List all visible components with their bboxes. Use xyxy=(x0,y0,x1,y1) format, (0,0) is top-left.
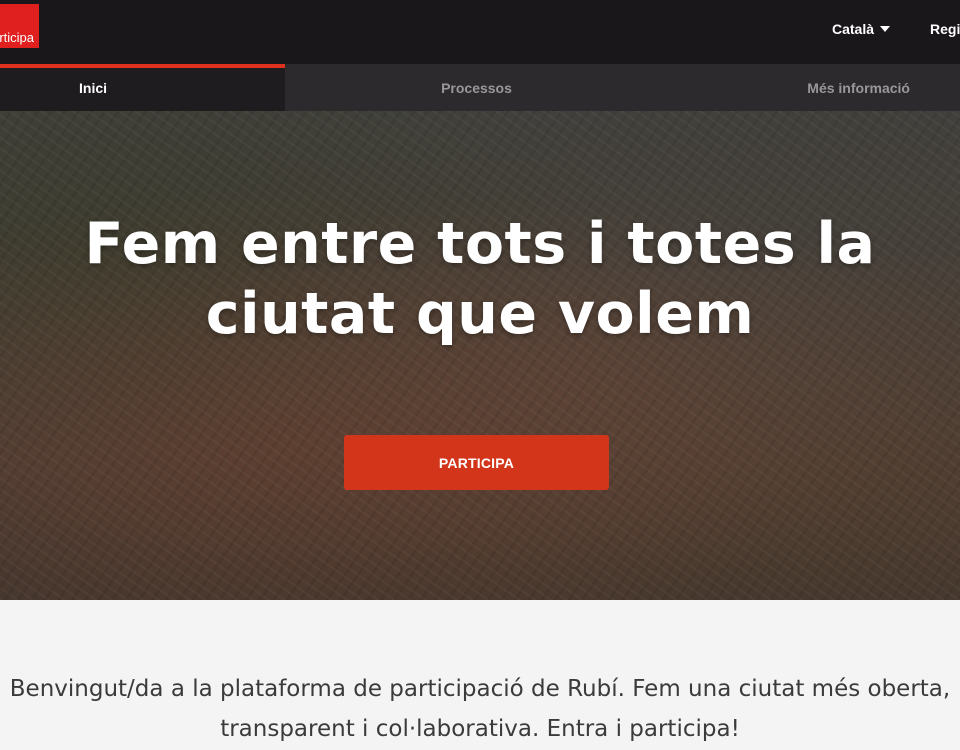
register-link[interactable]: Registre xyxy=(930,19,960,39)
caret-down-icon xyxy=(880,26,891,32)
hero-title-line-2: ciutat que volem xyxy=(205,281,755,347)
hero-title: Fem entre tots i totes la ciutat que vol… xyxy=(60,209,900,349)
hero-banner: Fem entre tots i totes la ciutat que vol… xyxy=(0,111,960,600)
site-logo[interactable]: Participa xyxy=(0,4,39,48)
language-selector[interactable]: Català xyxy=(832,19,891,39)
intro-text: Benvingut/da a la plataforma de particip… xyxy=(0,669,960,749)
intro-line-1: Benvingut/da a la plataforma de particip… xyxy=(9,676,951,702)
main-nav: Inici Processos Més informació xyxy=(0,64,960,111)
language-label: Català xyxy=(832,21,875,37)
intro-section: Benvingut/da a la plataforma de particip… xyxy=(0,600,960,750)
hero-title-line-1: Fem entre tots i totes la xyxy=(84,211,876,277)
hero-overlay xyxy=(0,111,960,600)
top-bar: Participa Català Registre xyxy=(0,0,960,64)
tab-mes-informacio[interactable]: Més informació xyxy=(668,64,960,111)
tab-processos[interactable]: Processos xyxy=(285,64,668,111)
participa-button[interactable]: PARTICIPA xyxy=(344,435,609,490)
tab-inici[interactable]: Inici xyxy=(0,64,285,111)
intro-line-2: transparent i col·laborativa. Entra i pa… xyxy=(220,716,740,742)
logo-text: Participa xyxy=(0,30,34,45)
